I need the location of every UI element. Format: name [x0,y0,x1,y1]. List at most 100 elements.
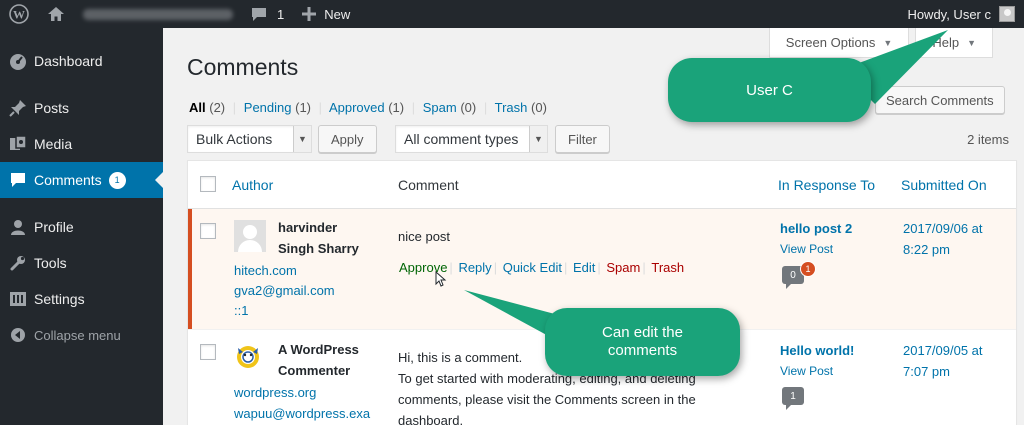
avatar [234,220,266,252]
items-count: 2 items [967,132,1009,147]
wordpress-logo-icon[interactable]: W [0,0,38,28]
sidebar-item-label: Media [34,136,73,152]
row-actions: Approve | Reply | Quick Edit | Edit | Spam | … [399,260,685,275]
post-title-link[interactable]: Hello world! [780,343,854,358]
comment-bubble-icon [252,7,266,21]
admin-bar: W 1 New Howdy, User c [0,0,1024,28]
bulk-actions-select[interactable]: Bulk Actions ▼ [187,125,312,153]
select-all-checkbox[interactable] [200,176,216,192]
submitted-time[interactable]: 8:22 pm [903,239,950,260]
svg-text:W: W [13,8,25,22]
media-icon [8,134,28,154]
trash-link[interactable]: Trash [651,260,684,275]
bulk-actions-value: Bulk Actions [196,131,273,147]
sidebar-item-tools[interactable]: Tools [0,245,163,281]
comment-type-select[interactable]: All comment types ▼ [395,125,548,153]
author-email[interactable]: wapuu@wordpress.exa [234,404,370,424]
search-comments-button[interactable]: Search Comments [875,86,1005,114]
user-callout-text: User C [746,81,793,99]
column-author[interactable]: Author [232,177,273,193]
comment-icon [8,170,28,190]
post-title-link[interactable]: hello post 2 [780,221,852,236]
screen-options-button[interactable]: Screen Options ▼ [768,28,910,58]
filter-trash-count: (0) [531,100,547,115]
user-icon [8,217,28,237]
column-response[interactable]: In Response To [778,177,875,193]
view-post-link[interactable]: View Post [780,242,833,256]
howdy-text: Howdy, User c [907,6,991,22]
sidebar-item-dashboard[interactable]: Dashboard [0,43,163,79]
sidebar-item-label: Dashboard [34,53,103,69]
apply-button[interactable]: Apply [318,125,377,153]
filter-pending-count: (1) [295,100,312,115]
row-checkbox[interactable] [200,344,216,360]
author-ip[interactable]: ::1 [234,301,248,321]
approved-count-bubble[interactable]: 1 [782,387,804,410]
comment-text: comments, please visit the Comments scre… [398,392,696,407]
filter-pending[interactable]: Pending [244,100,292,115]
plus-icon [302,7,317,21]
sidebar-item-profile[interactable]: Profile [0,209,163,245]
sidebar-item-media[interactable]: Media [0,126,163,162]
view-post-link[interactable]: View Post [780,364,833,378]
author-url[interactable]: hitech.com [234,261,297,281]
chevron-down-icon: ▼ [529,126,547,152]
help-button[interactable]: Help ▼ [915,28,993,58]
column-submitted[interactable]: Submitted On [901,177,987,193]
sidebar-item-settings[interactable]: Settings [0,281,163,317]
tablenav-top: Bulk Actions ▼ Apply All comment types ▼… [187,125,1017,153]
table-header: Author Comment In Response To Submitted … [188,161,1016,209]
wrench-icon [8,253,28,273]
sidebar-item-label: Collapse menu [34,327,121,343]
author-name: harvinder [278,220,338,235]
sidebar-item-label: Posts [34,100,70,116]
submitted-time[interactable]: 7:07 pm [903,361,950,382]
page-title: Comments [187,54,299,80]
filter-spam-count: (0) [460,100,477,115]
filter-all[interactable]: All [189,100,206,115]
comments-table: Author Comment In Response To Submitted … [187,160,1017,425]
pending-badge: 1 [108,171,126,189]
spam-link[interactable]: Spam [606,260,640,275]
filter-approved[interactable]: Approved [329,100,385,115]
site-name-blurred[interactable] [74,0,242,28]
row-checkbox[interactable] [200,223,216,239]
account-menu[interactable]: Howdy, User c [898,0,1024,28]
sidebar-item-label: Profile [34,219,74,235]
sidebar-item-label: Settings [34,291,85,307]
chevron-down-icon: ▼ [293,126,311,152]
submitted-date[interactable]: 2017/09/05 at [903,340,983,361]
sidebar-collapse-menu[interactable]: Collapse menu [0,317,163,353]
author-name: Singh Sharry [278,241,359,256]
filter-separator: | [232,100,237,115]
reply-link[interactable]: Reply [458,260,491,275]
author-email[interactable]: gva2@gmail.com [234,281,335,301]
filter-spam[interactable]: Spam [423,100,457,115]
submitted-date[interactable]: 2017/09/06 at [903,218,983,239]
sidebar-item-label: Tools [34,255,67,271]
author-url[interactable]: wordpress.org [234,383,316,403]
comment-text: dashboard. [398,413,464,425]
pending-count-badge[interactable]: 1 [800,261,816,277]
comment-text: Hi, this is a comment. [398,350,523,365]
new-content-menu[interactable]: New [293,0,359,28]
sidebar-item-posts[interactable]: Posts [0,90,163,126]
screen-meta-links: Screen Options ▼ Help ▼ [768,28,1024,58]
help-label: Help [932,35,960,50]
column-comment: Comment [398,177,459,193]
approve-link[interactable]: Approve [399,260,447,275]
sidebar-item-comments[interactable]: Comments 1 [0,162,163,198]
status-filters: All (2) | Pending (1) | Approved (1) | S… [189,100,547,115]
site-home-icon[interactable] [38,0,74,28]
caret-down-icon: ▼ [967,37,976,48]
edit-link[interactable]: Edit [573,260,595,275]
comments-counter[interactable]: 1 [242,0,293,28]
user-callout: User C [668,58,871,122]
author-name: A WordPress [278,342,359,357]
quick-edit-link[interactable]: Quick Edit [503,260,562,275]
filter-approved-count: (1) [388,100,405,115]
filter-button[interactable]: Filter [555,125,610,153]
comment-text: nice post [398,229,451,244]
filter-separator: | [318,100,323,115]
filter-trash[interactable]: Trash [495,100,528,115]
